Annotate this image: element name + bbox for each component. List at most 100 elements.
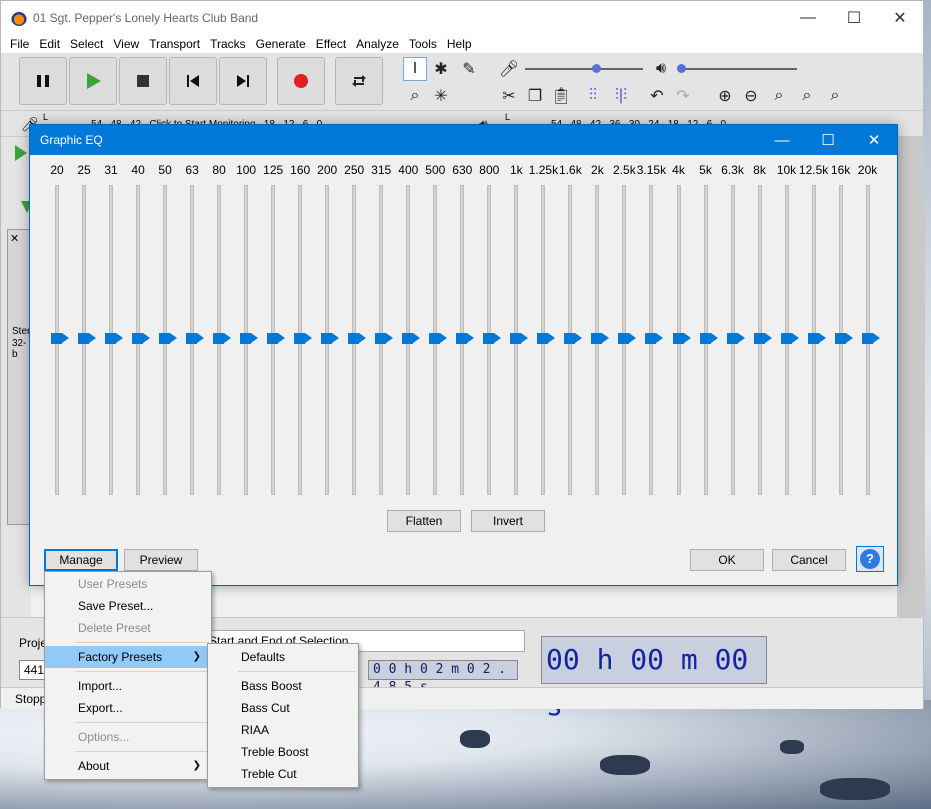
zoom-tool-icon[interactable]: ⌕ <box>403 84 427 108</box>
ok-button[interactable]: OK <box>690 549 764 571</box>
menu-item-user-presets[interactable]: User Presets <box>45 573 211 595</box>
audio-position-time[interactable]: 00 h 00 m 00 s <box>541 636 767 722</box>
menu-help[interactable]: Help <box>442 35 477 53</box>
menu-tracks[interactable]: Tracks <box>205 35 251 53</box>
track-close-icon[interactable]: ✕ <box>10 232 19 245</box>
eq-band-slider-thumb[interactable] <box>834 333 853 344</box>
dialog-maximize-button[interactable]: ☐ <box>805 125 851 155</box>
selection-tool-icon[interactable]: I <box>403 57 427 81</box>
eq-band-slider-thumb[interactable] <box>321 333 340 344</box>
play-button[interactable] <box>69 57 117 105</box>
eq-band-slider-thumb[interactable] <box>348 333 367 344</box>
eq-band-slider-thumb[interactable] <box>591 333 610 344</box>
zoom-out-icon[interactable]: ⊖ <box>739 84 763 108</box>
eq-band-slider-thumb[interactable] <box>105 333 123 344</box>
preset-bass-cut[interactable]: Bass Cut <box>208 697 358 719</box>
eq-band-slider-thumb[interactable] <box>159 333 178 344</box>
undo-icon[interactable]: ↶ <box>645 84 669 108</box>
fit-project-icon[interactable]: ⌕ <box>795 84 819 108</box>
stop-button[interactable] <box>119 57 167 105</box>
eq-band-slider-thumb[interactable] <box>78 333 96 344</box>
eq-band-slider-thumb[interactable] <box>294 333 313 344</box>
redo-icon[interactable]: ↷ <box>671 84 695 108</box>
menu-analyze[interactable]: Analyze <box>351 35 404 53</box>
silence-icon[interactable]: ⫶|⫶ <box>607 84 635 108</box>
maximize-button[interactable]: ☐ <box>831 1 877 35</box>
eq-band-slider-thumb[interactable] <box>240 333 259 344</box>
menu-file[interactable]: File <box>5 35 34 53</box>
record-volume-slider[interactable] <box>525 68 643 70</box>
eq-band-slider-thumb[interactable] <box>726 333 745 344</box>
cancel-button[interactable]: Cancel <box>772 549 846 571</box>
eq-band-slider-thumb[interactable] <box>672 333 691 344</box>
menu-view[interactable]: View <box>108 35 144 53</box>
eq-band-slider-thumb[interactable] <box>861 333 880 344</box>
minimize-button[interactable]: — <box>785 1 831 35</box>
selection-end-time[interactable]: 0 0 h 0 2 m 0 2 . 4 8 5 s <box>368 660 518 695</box>
menu-tools[interactable]: Tools <box>404 35 442 53</box>
manage-button[interactable]: Manage <box>44 549 118 571</box>
menu-effect[interactable]: Effect <box>311 35 351 53</box>
eq-band-slider-thumb[interactable] <box>483 333 502 344</box>
menu-item-about[interactable]: About ❯ <box>45 755 211 777</box>
preset-defaults[interactable]: Defaults <box>208 646 358 668</box>
skip-to-start-button[interactable] <box>169 57 217 105</box>
eq-band-slider-thumb[interactable] <box>780 333 799 344</box>
menu-item-delete-preset[interactable]: Delete Preset <box>45 617 211 639</box>
zoom-in-icon[interactable]: ⊕ <box>713 84 737 108</box>
cut-icon[interactable]: ✂ <box>497 84 521 108</box>
draw-tool-icon[interactable]: ✎ <box>457 57 481 81</box>
record-volume-thumb[interactable] <box>592 64 601 73</box>
record-button[interactable] <box>277 57 325 105</box>
skip-to-end-button[interactable] <box>219 57 267 105</box>
eq-band-slider-thumb[interactable] <box>537 333 556 344</box>
pause-button[interactable] <box>19 57 67 105</box>
eq-band-slider-thumb[interactable] <box>402 333 421 344</box>
paste-icon[interactable]: 📋︎ <box>549 84 573 108</box>
zoom-toggle-icon[interactable]: ⌕ <box>823 84 847 108</box>
flatten-button[interactable]: Flatten <box>387 510 461 532</box>
invert-button[interactable]: Invert <box>471 510 545 532</box>
eq-band-slider-thumb[interactable] <box>186 333 205 344</box>
eq-band-slider-thumb[interactable] <box>51 333 69 344</box>
eq-band-slider-thumb[interactable] <box>267 333 286 344</box>
eq-band-slider-thumb[interactable] <box>564 333 583 344</box>
dialog-minimize-button[interactable]: — <box>759 125 805 155</box>
dialog-close-button[interactable]: ✕ <box>851 125 897 155</box>
menu-item-factory-presets[interactable]: Factory Presets ❯ <box>45 646 211 668</box>
preset-treble-cut[interactable]: Treble Cut <box>208 763 358 785</box>
close-button[interactable]: ✕ <box>877 1 923 35</box>
menu-select[interactable]: Select <box>65 35 108 53</box>
help-button[interactable]: ? <box>856 546 884 572</box>
loop-button[interactable] <box>335 57 383 105</box>
menu-item-options[interactable]: Options... <box>45 726 211 748</box>
trim-icon[interactable]: ⫶⫶ <box>579 84 607 108</box>
eq-band-slider-thumb[interactable] <box>618 333 637 344</box>
preset-riaa[interactable]: RIAA <box>208 719 358 741</box>
menu-edit[interactable]: Edit <box>34 35 65 53</box>
eq-band-slider-thumb[interactable] <box>645 333 664 344</box>
playback-volume-thumb[interactable] <box>677 64 686 73</box>
eq-band-slider-thumb[interactable] <box>132 333 151 344</box>
preset-treble-boost[interactable]: Treble Boost <box>208 741 358 763</box>
vertical-scrollbar[interactable] <box>897 137 925 617</box>
menu-item-save-preset[interactable]: Save Preset... <box>45 595 211 617</box>
eq-band-slider-thumb[interactable] <box>456 333 475 344</box>
envelope-tool-icon[interactable]: ✱ <box>429 57 453 81</box>
multi-tool-icon[interactable]: ✳ <box>429 84 453 108</box>
eq-band-slider-thumb[interactable] <box>375 333 394 344</box>
eq-band-slider-thumb[interactable] <box>807 333 826 344</box>
menu-transport[interactable]: Transport <box>144 35 205 53</box>
menu-item-export[interactable]: Export... <box>45 697 211 719</box>
fit-selection-icon[interactable]: ⌕ <box>767 84 791 108</box>
eq-band-slider-thumb[interactable] <box>753 333 772 344</box>
eq-band-slider-thumb[interactable] <box>429 333 448 344</box>
preview-button[interactable]: Preview <box>124 549 198 571</box>
playback-volume-slider[interactable] <box>679 68 797 70</box>
copy-icon[interactable]: ❐ <box>523 84 547 108</box>
eq-band-slider-thumb[interactable] <box>213 333 232 344</box>
play-at-speed-icon[interactable] <box>15 145 27 161</box>
menu-generate[interactable]: Generate <box>251 35 311 53</box>
menu-item-import[interactable]: Import... <box>45 675 211 697</box>
eq-band-slider-thumb[interactable] <box>699 333 718 344</box>
